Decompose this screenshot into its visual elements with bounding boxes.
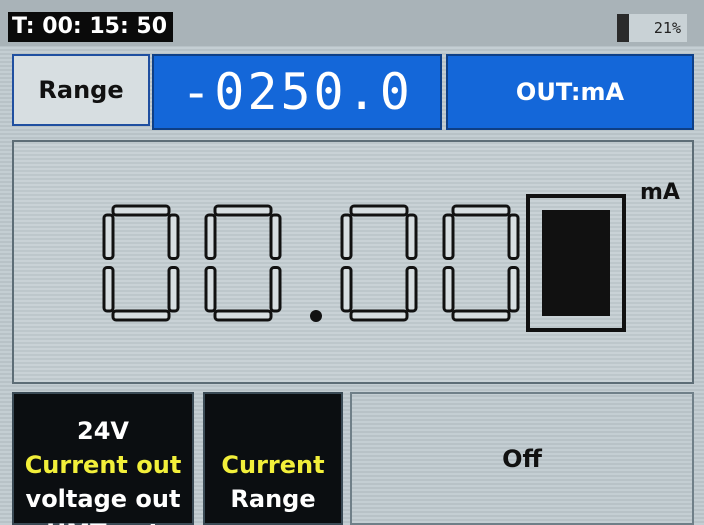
setpoint-value: -0250.0 [181, 63, 413, 121]
menu-item-voltage-out[interactable]: voltage out [14, 482, 192, 516]
digit-segment [204, 266, 217, 313]
cursor-block [542, 210, 610, 316]
range-button-label: Range [38, 76, 124, 104]
digit-segment [167, 266, 180, 313]
digit-segment [204, 213, 217, 260]
power-menu: 24V Current out voltage out HMT out [12, 392, 194, 525]
digit-segment [349, 309, 409, 322]
function-menu: Current Range [203, 392, 343, 525]
digit-segment [213, 204, 273, 217]
seven-segment-reading [102, 194, 626, 332]
digit-segment [213, 309, 273, 322]
calibrator-screen: T: 00: 15: 50 21% Range -0250.0 OUT:mA m… [0, 0, 704, 525]
digit-segment [102, 213, 115, 260]
digit-segment [507, 266, 520, 313]
menu-item-current[interactable]: Current [205, 448, 341, 482]
digit-segment [405, 213, 418, 260]
reading-unit: mA [640, 180, 680, 205]
digit-segment [111, 309, 171, 322]
digit-segment [349, 204, 409, 217]
output-mode-label: OUT:mA [515, 78, 625, 106]
output-state: Off [502, 444, 542, 473]
menu-item-24v[interactable]: 24V [14, 414, 192, 448]
digit-segment [340, 213, 353, 260]
digit-segment [167, 213, 180, 260]
digit-segment [442, 266, 455, 313]
menu-item-range[interactable]: Range [205, 482, 341, 516]
digit-segment [405, 266, 418, 313]
battery-icon [617, 14, 629, 42]
output-mode-button[interactable]: OUT:mA [446, 54, 694, 130]
status-bar: T: 00: 15: 50 21% [0, 0, 704, 46]
decimal-point [310, 310, 322, 322]
digit-segment [451, 309, 511, 322]
digit-segment [269, 213, 282, 260]
range-button[interactable]: Range [12, 54, 150, 126]
main-reading-display [12, 140, 694, 384]
output-state-panel[interactable]: Off [350, 392, 694, 525]
digit-segment [451, 204, 511, 217]
digit-segment [269, 266, 282, 313]
setpoint-display[interactable]: -0250.0 [152, 54, 442, 130]
menu-item-current-out[interactable]: Current out [14, 448, 192, 482]
battery-indicator: 21% [617, 14, 687, 42]
digit-segment [340, 266, 353, 313]
digit-segment [507, 213, 520, 260]
battery-percent: 21% [653, 19, 681, 37]
digit-segment [102, 266, 115, 313]
elapsed-timer: T: 00: 15: 50 [8, 12, 174, 42]
digit-segment [111, 204, 171, 217]
digit-segment [442, 213, 455, 260]
menu-item-hmt-out[interactable]: HMT out [14, 516, 192, 525]
